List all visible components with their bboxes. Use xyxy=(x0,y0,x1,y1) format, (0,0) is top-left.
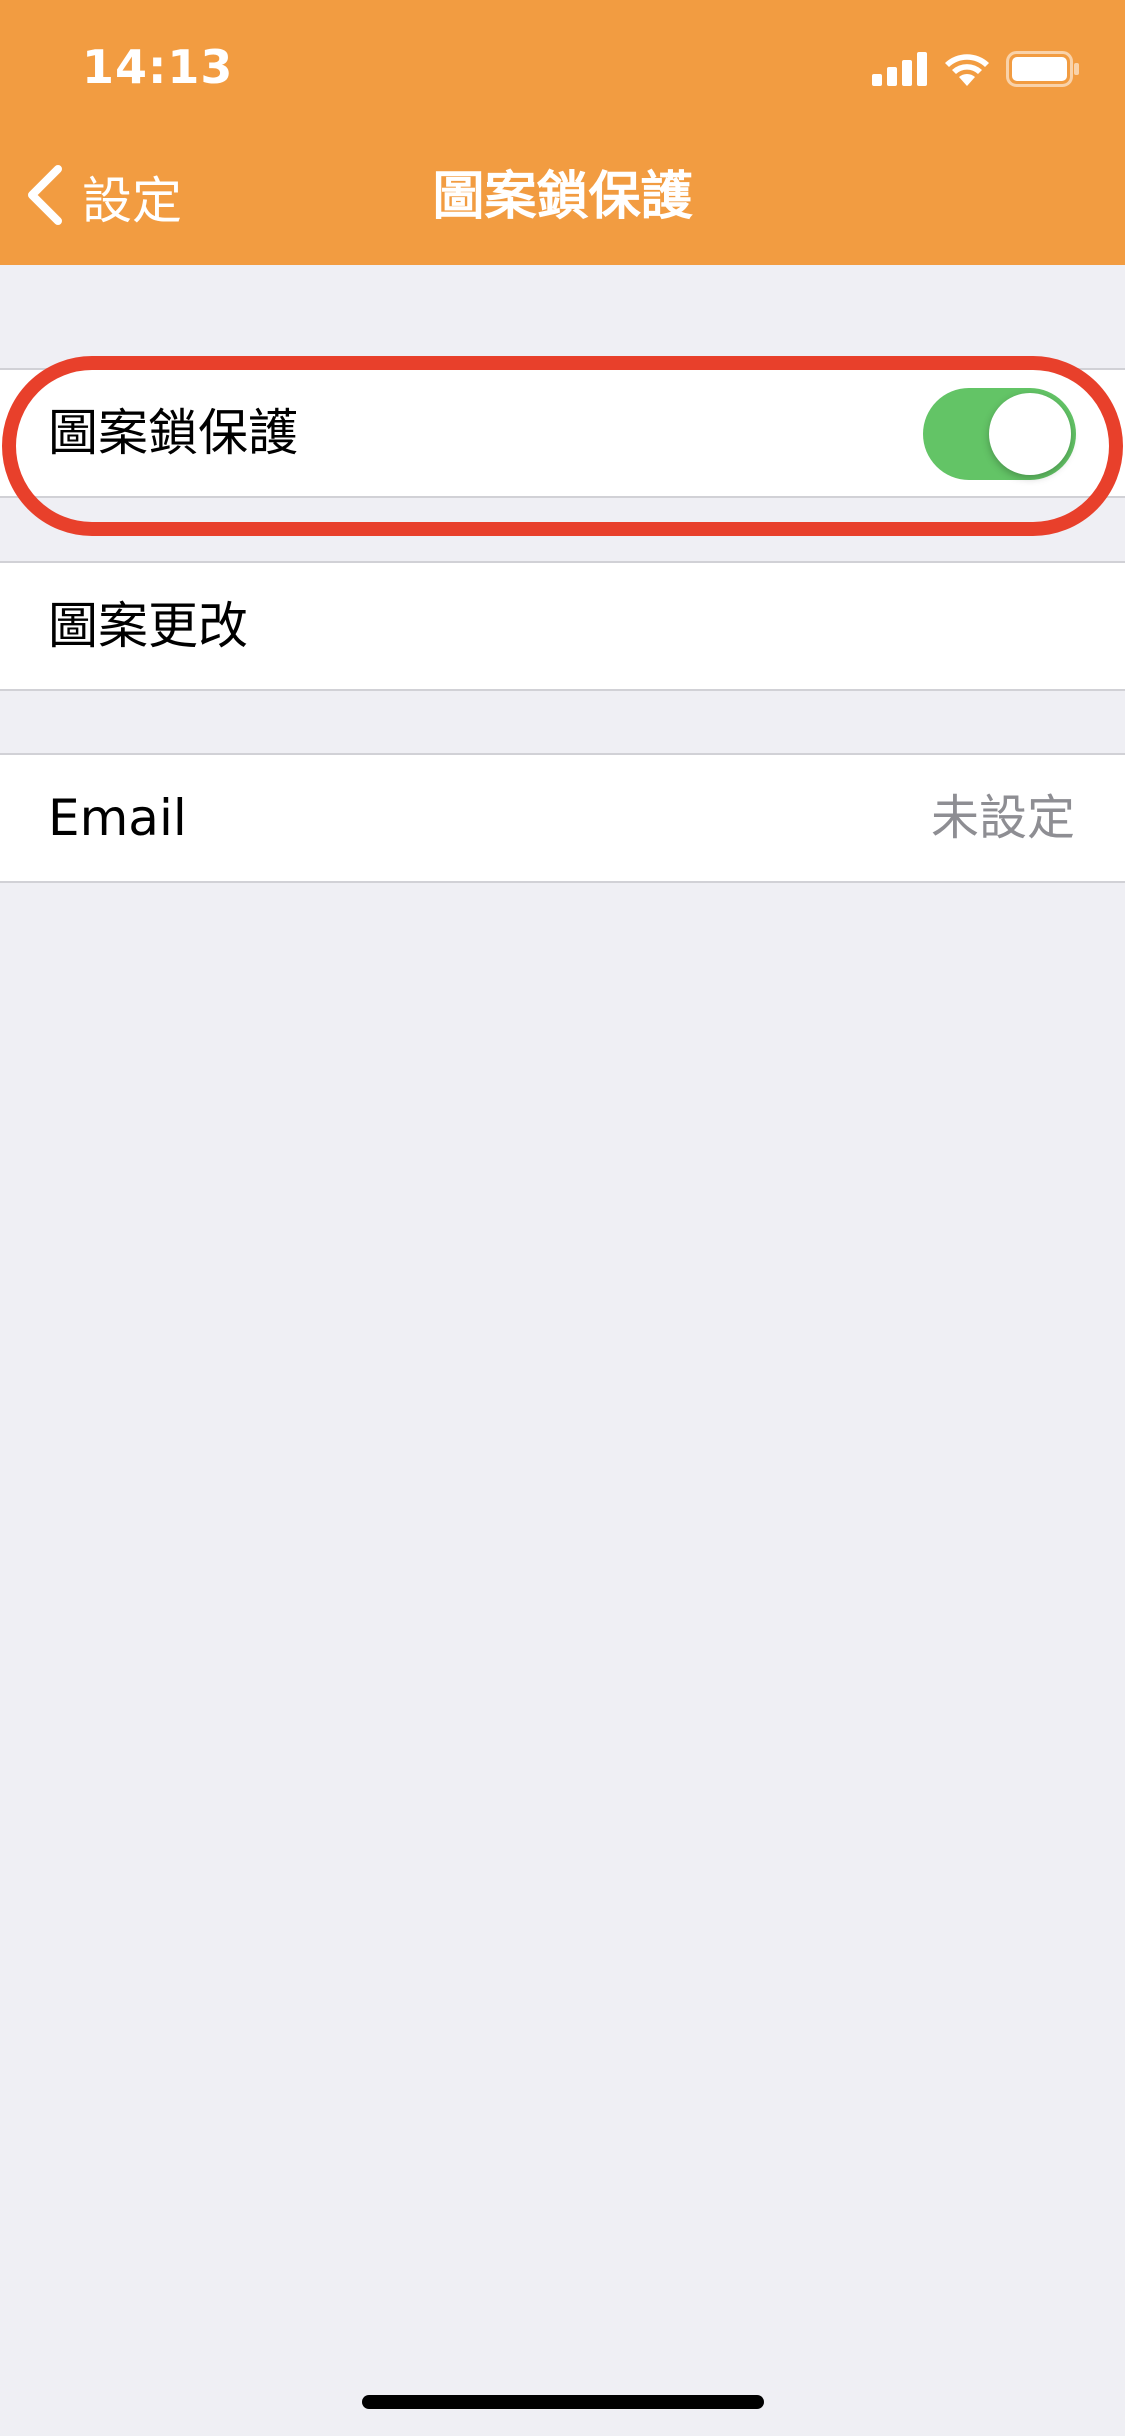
cellular-signal-icon xyxy=(872,52,928,86)
change-pattern-label: 圖案更改 xyxy=(48,597,248,655)
pattern-lock-toggle[interactable] xyxy=(923,388,1076,480)
pattern-lock-label: 圖案鎖保護 xyxy=(48,404,298,462)
toggle-knob xyxy=(989,393,1071,475)
email-label: Email xyxy=(48,789,187,847)
home-indicator[interactable] xyxy=(362,2395,764,2409)
email-row[interactable]: Email 未設定 xyxy=(0,753,1125,883)
header-bar: 14:13 設定 圖案鎖保護 xyxy=(0,0,1125,265)
email-value: 未設定 xyxy=(930,790,1075,846)
battery-icon xyxy=(1006,51,1080,87)
status-icons xyxy=(872,46,1080,92)
wifi-icon xyxy=(944,52,990,86)
status-time: 14:13 xyxy=(82,40,234,94)
change-pattern-row[interactable]: 圖案更改 xyxy=(0,561,1125,691)
pattern-lock-row: 圖案鎖保護 xyxy=(0,368,1125,498)
page-title: 圖案鎖保護 xyxy=(432,167,693,227)
